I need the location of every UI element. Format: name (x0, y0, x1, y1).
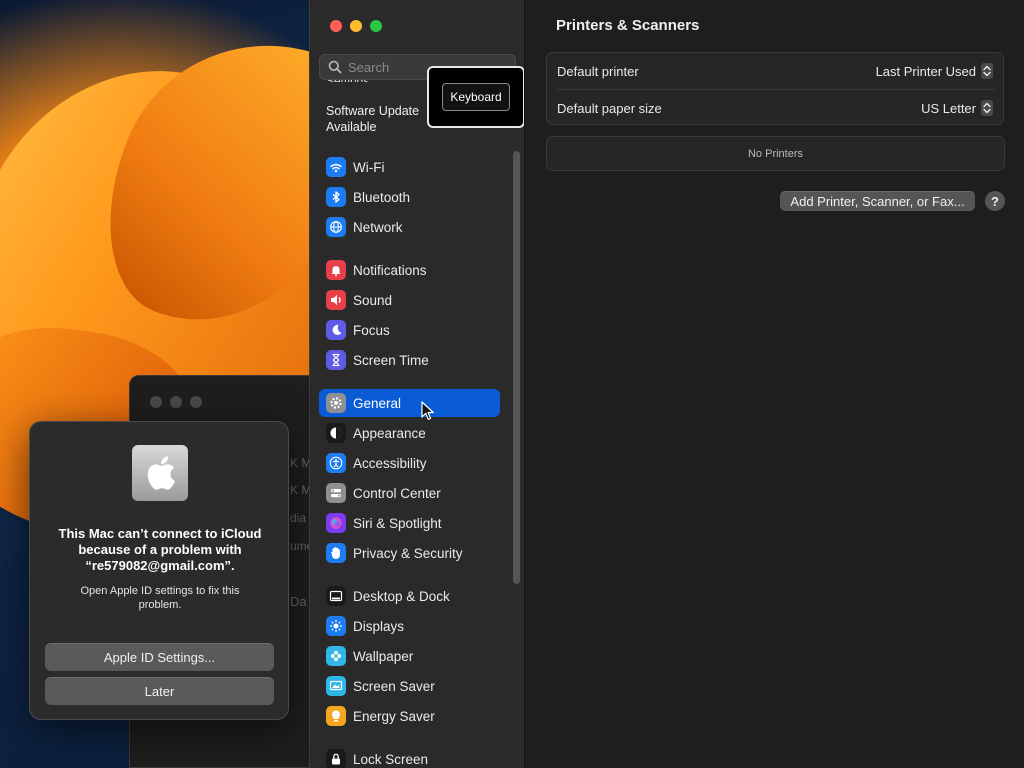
bulb-icon (326, 706, 346, 726)
default-paper-size-label: Default paper size (557, 100, 662, 116)
keyboard-key-label: Keyboard (442, 83, 510, 111)
sidebar-item-label: Lock Screen (353, 751, 429, 767)
sidebar-item-siri-spotlight[interactable]: Siri & Spotlight (319, 509, 500, 537)
screensaver-icon (326, 676, 346, 696)
default-printer-popup[interactable]: Last Printer Used (876, 63, 993, 79)
sidebar-item-label: Appearance (353, 425, 426, 441)
globe-icon (326, 217, 346, 237)
sidebar-item-label: Desktop & Dock (353, 588, 450, 604)
sidebar-item-label: Wi-Fi (353, 159, 385, 175)
sidebar-item-notifications[interactable]: Notifications (319, 256, 500, 284)
keyboard-shortcut-overlay: Keyboard (427, 66, 524, 128)
sidebar-item-wi-fi[interactable]: Wi-Fi (319, 153, 500, 181)
window-dot (170, 396, 182, 408)
bluetooth-icon (326, 187, 346, 207)
dialog-message: Open Apple ID settings to fix this probl… (80, 585, 240, 611)
default-paper-size-value: US Letter (921, 100, 976, 116)
wifi-icon (326, 157, 346, 177)
sidebar-item-label: Screen Time (353, 352, 429, 368)
sidebar-item-label: Screen Saver (353, 678, 435, 694)
close-window-button[interactable] (330, 20, 342, 32)
default-printer-value: Last Printer Used (875, 63, 976, 79)
default-printer-row: Default printer Last Printer Used (547, 53, 1005, 89)
sidebar-item-label: Bluetooth (353, 189, 411, 205)
system-settings-window: Settings Software Update Available Wi-Fi… (309, 0, 1024, 768)
icloud-alert-dialog: This Mac can’t connect to iCloud because… (29, 421, 289, 720)
flower-icon (326, 646, 346, 666)
search-icon (328, 60, 342, 74)
zoom-window-button[interactable] (370, 20, 382, 32)
sidebar-item-displays[interactable]: Displays (319, 612, 500, 640)
sidebar-item-label: Siri & Spotlight (353, 515, 442, 531)
sidebar-item-appearance[interactable]: Appearance (319, 419, 500, 447)
bell-icon (326, 260, 346, 280)
sidebar-item-network[interactable]: Network (319, 213, 500, 241)
hand-icon (326, 543, 346, 563)
control-center-icon (326, 483, 346, 503)
accessibility-icon (326, 453, 346, 473)
sidebar-item-desktop-dock[interactable]: Desktop & Dock (319, 582, 500, 610)
sidebar-item-control-center[interactable]: Control Center (319, 479, 500, 507)
chevron-up-down-icon (981, 100, 993, 116)
sidebar-item-sound[interactable]: Sound (319, 286, 500, 314)
sidebar-item-label: Energy Saver (353, 708, 435, 724)
sidebar-item-general[interactable]: General (319, 389, 500, 417)
sidebar: Settings Software Update Available Wi-Fi… (310, 0, 525, 768)
sidebar-item-label: Displays (353, 618, 405, 634)
sidebar-item-label: Accessibility (353, 455, 427, 471)
sidebar-item-label: Sound (353, 292, 393, 308)
default-printer-label: Default printer (557, 63, 639, 79)
default-paper-size-row: Default paper size US Letter (547, 90, 1005, 126)
sidebar-item-label: Network (353, 219, 403, 235)
apple-logo-icon (132, 445, 188, 501)
sidebar-item-label: Notifications (353, 262, 427, 278)
printer-preferences-group: Default printer Last Printer Used Defaul… (546, 52, 1004, 125)
help-button[interactable]: ? (985, 191, 1005, 211)
software-update-notice[interactable]: Software Update Available (326, 103, 436, 135)
chevron-up-down-icon (981, 63, 993, 79)
background-text: dia (290, 511, 307, 525)
printers-scanners-pane: Printers & Scanners Default printer Last… (526, 0, 1024, 768)
sidebar-item-wallpaper[interactable]: Wallpaper (319, 642, 500, 670)
sidebar-item-lock-screen[interactable]: Lock Screen (319, 745, 500, 768)
no-printers-label: No Printers (747, 147, 804, 160)
speaker-icon (326, 290, 346, 310)
page-title: Printers & Scanners (556, 17, 700, 34)
hourglass-icon (326, 350, 346, 370)
window-dot (150, 396, 162, 408)
sidebar-item-label: Privacy & Security (353, 545, 463, 561)
printers-list: No Printers (546, 136, 1005, 171)
sidebar-item-energy-saver[interactable]: Energy Saver (319, 702, 500, 730)
sidebar-item-label: Wallpaper (353, 648, 414, 664)
dialog-title: This Mac can’t connect to iCloud because… (58, 526, 262, 573)
mouse-cursor-icon (421, 401, 434, 420)
sidebar-item-screen-saver[interactable]: Screen Saver (319, 672, 500, 700)
sidebar-item-label: Focus (353, 322, 390, 338)
later-button[interactable]: Later (45, 677, 274, 705)
sidebar-item-accessibility[interactable]: Accessibility (319, 449, 500, 477)
dock-icon (326, 586, 346, 606)
apple-id-settings-button[interactable]: Apple ID Settings... (45, 643, 274, 671)
sidebar-item-bluetooth[interactable]: Bluetooth (319, 183, 500, 211)
add-printer-button[interactable]: Add Printer, Scanner, or Fax... (780, 191, 975, 211)
sidebar-item-screen-time[interactable]: Screen Time (319, 346, 500, 374)
moon-icon (326, 320, 346, 340)
appearance-icon (326, 423, 346, 443)
sun-icon (326, 616, 346, 636)
background-text: Da (290, 594, 307, 609)
sidebar-item-label: Control Center (353, 485, 441, 501)
sidebar-item-label: General (353, 395, 402, 411)
minimize-window-button[interactable] (350, 20, 362, 32)
sidebar-item-privacy-security[interactable]: Privacy & Security (319, 539, 500, 567)
sidebar-scrollbar[interactable] (513, 151, 520, 584)
gear-icon (326, 393, 346, 413)
sidebar-item-focus[interactable]: Focus (319, 316, 500, 344)
lock-icon (326, 749, 346, 768)
window-dot (190, 396, 202, 408)
siri-icon (326, 513, 346, 533)
default-paper-size-popup[interactable]: US Letter (921, 100, 993, 116)
